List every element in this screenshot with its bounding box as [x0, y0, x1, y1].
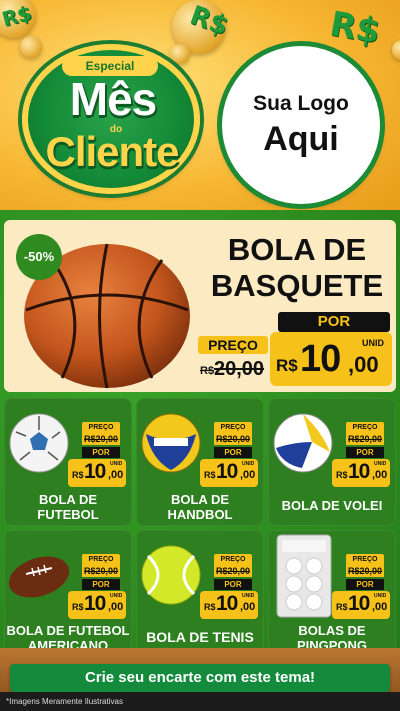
card-unid-label: UNID [110, 461, 123, 467]
card-price-int: 10 [348, 592, 370, 615]
pingpong-balls-icon [276, 534, 332, 618]
product-card-handbol: PREÇO R$20,00 POR R$ 10 ,00 UNID BOLA DE… [136, 398, 264, 526]
handball-icon [141, 413, 201, 473]
card-old-price: R$20,00 [346, 433, 384, 445]
coin-icon [20, 36, 42, 58]
card-name-line1: BOLA DE [170, 492, 230, 507]
card-currency: R$ [204, 470, 216, 480]
old-price-value: 20,00 [214, 358, 265, 380]
card-price-dec: ,00 [240, 601, 256, 613]
coin-icon [392, 40, 400, 60]
product-card-volei: PREÇO R$20,00 POR R$ 10 ,00 UNID BOLA DE… [268, 398, 396, 526]
card-old-price: R$20,00 [346, 565, 384, 577]
card-price-dec: ,00 [108, 469, 124, 481]
card-old-price: R$20,00 [214, 433, 252, 445]
card-price-int: 10 [84, 592, 106, 615]
card-price-dec: ,00 [240, 469, 256, 481]
card-currency: R$ [336, 470, 348, 480]
money-icon: R$ [326, 3, 383, 53]
card-price-dec: ,00 [372, 469, 388, 481]
featured-price-box: UNID R$ 10 ,00 [270, 332, 392, 386]
card-name-line1: BOLA DE [38, 492, 98, 507]
featured-unid-label: UNID [362, 338, 384, 348]
card-por-label: POR [82, 579, 120, 590]
card-price: R$ 10 ,00 UNID [68, 591, 126, 619]
card-price-int: 10 [348, 460, 370, 483]
card-currency: R$ [72, 602, 84, 612]
card-price-dec: ,00 [108, 601, 124, 613]
product-card-futebol-americano: PREÇO R$20,00 POR R$ 10 ,00 UNID BOLA DE… [4, 530, 132, 658]
badge-title-line1: Mês [69, 73, 157, 125]
card-old-price: R$20,00 [82, 433, 120, 445]
logo-text-line2: Aqui [263, 120, 339, 158]
card-por-label: POR [214, 579, 252, 590]
card-price: R$ 10 ,00 UNID [332, 459, 390, 487]
card-name-line2: FUTEBOL [37, 507, 99, 522]
card-price-dec: ,00 [372, 601, 388, 613]
card-unid-label: UNID [242, 593, 255, 599]
logo-placeholder: Sua Logo Aqui [222, 46, 380, 204]
card-por-label: POR [214, 447, 252, 458]
preco-label-box: PREÇO [198, 336, 268, 354]
volleyball-icon [273, 413, 333, 473]
old-price-currency: R$ [200, 365, 215, 377]
card-unid-label: UNID [110, 593, 123, 599]
card-unid-label: UNID [242, 461, 255, 467]
card-name-line2: HANDBOL [167, 507, 233, 522]
footnote: *Imagens Meramente Ilustrativas [6, 697, 123, 706]
card-currency: R$ [72, 470, 84, 480]
card-price-int: 10 [216, 592, 238, 615]
card-price: R$ 10 ,00 UNID [332, 591, 390, 619]
preco-label: PREÇO [208, 337, 258, 353]
featured-title: BOLA DE BASQUETE [200, 232, 394, 304]
card-name-line1: BOLA DE VOLEI [281, 498, 383, 513]
featured-title-line2: BASQUETE [210, 268, 384, 303]
card-name-line1: BOLAS DE [298, 623, 366, 638]
card-por-label: POR [346, 579, 384, 590]
coin-icon [170, 44, 190, 64]
card-price: R$ 10 ,00 UNID [68, 459, 126, 487]
featured-product-card: -50% BOLA DE BASQUETE POR PREÇO R$ 20,00… [4, 220, 396, 392]
featured-title-line1: BOLA DE [227, 232, 367, 267]
american-football-icon [8, 556, 70, 598]
cta-banner[interactable]: Crie seu encarte com este tema! [10, 664, 390, 692]
card-unid-label: UNID [374, 461, 387, 467]
card-old-price: R$20,00 [82, 565, 120, 577]
card-currency: R$ [336, 602, 348, 612]
product-card-pingpong: PREÇO R$20,00 POR R$ 10 ,00 UNID BOLAS D… [268, 530, 396, 658]
card-name-line1: BOLA DE FUTEBOL [6, 623, 130, 638]
featured-price-int: 10 [300, 338, 341, 380]
card-old-price: R$20,00 [214, 565, 252, 577]
card-unid-label: UNID [374, 593, 387, 599]
card-price-int: 10 [216, 460, 238, 483]
product-card-futebol: PREÇO R$20,00 POR R$ 10 ,00 UNID BOLA DE… [4, 398, 132, 526]
soccer-ball-icon [9, 413, 69, 473]
tennis-ball-icon [141, 545, 201, 605]
card-por-label: POR [346, 447, 384, 458]
featured-price-dec: ,00 [348, 352, 379, 377]
card-name-line1: BOLA DE TENIS [146, 629, 254, 645]
badge-title-line3: Cliente [45, 128, 179, 175]
header-banner: R$ R$ R$ Especial Mês do Cliente Sua Log… [0, 0, 400, 218]
old-price: R$ 20,00 [200, 358, 270, 382]
card-currency: R$ [204, 602, 216, 612]
discount-badge: -50% [16, 234, 62, 280]
por-label: POR [278, 312, 390, 332]
featured-currency: R$ [276, 356, 298, 375]
logo-text-line1: Sua Logo [253, 92, 349, 115]
card-por-label: POR [82, 447, 120, 458]
card-price: R$ 10 ,00 UNID [200, 591, 258, 619]
card-price-int: 10 [84, 460, 106, 483]
product-card-tenis: PREÇO R$20,00 POR R$ 10 ,00 UNID BOLA DE… [136, 530, 264, 658]
card-price: R$ 10 ,00 UNID [200, 459, 258, 487]
